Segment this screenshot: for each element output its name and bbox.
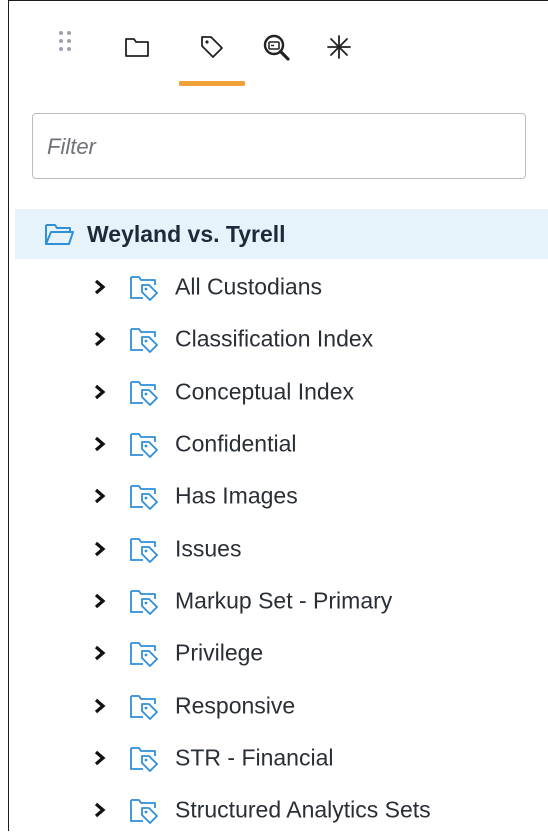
search-index-icon[interactable]: [260, 31, 292, 63]
chevron-right-icon[interactable]: [93, 541, 107, 557]
open-folder-icon: [45, 224, 74, 245]
chevron-right-icon[interactable]: [93, 750, 107, 766]
tree-item-label: Confidential: [175, 430, 297, 457]
chevron-right-icon[interactable]: [93, 698, 107, 714]
tree-root-item[interactable]: Weyland vs. Tyrell: [15, 209, 548, 259]
tag-folder-icon: [130, 642, 158, 668]
tree-item-label: STR - Financial: [175, 744, 334, 771]
tree-item-label: Responsive: [175, 692, 296, 719]
filter-input[interactable]: [45, 114, 509, 180]
tag-folder-icon: [130, 380, 158, 406]
tag-folder-icon: [130, 276, 158, 302]
filter-field[interactable]: [32, 113, 526, 180]
chevron-right-icon[interactable]: [93, 436, 107, 452]
tree-item[interactable]: Has Images: [9, 470, 548, 522]
active-tab-indicator: [179, 81, 245, 86]
tree-item[interactable]: Classification Index: [9, 313, 548, 365]
tree-item[interactable]: Issues: [9, 522, 548, 574]
folder-icon[interactable]: [121, 31, 153, 63]
tag-folder-icon: [130, 328, 158, 354]
tree-item[interactable]: STR - Financial: [9, 732, 548, 784]
tag-folder-icon: [130, 485, 158, 511]
tree-item-label: Structured Analytics Sets: [175, 796, 431, 823]
tree-item[interactable]: All Custodians: [9, 261, 548, 313]
asterisk-icon[interactable]: [323, 31, 355, 63]
tree-root-label: Weyland vs. Tyrell: [87, 220, 286, 247]
chevron-right-icon[interactable]: [93, 331, 107, 347]
tree-item[interactable]: Privilege: [9, 627, 548, 679]
tree-item-label: Conceptual Index: [175, 378, 355, 405]
tree-item[interactable]: Structured Analytics Sets: [9, 784, 548, 836]
chevron-right-icon[interactable]: [93, 384, 107, 400]
tag-folder-icon: [130, 694, 158, 720]
tag-folder-icon: [130, 799, 158, 825]
browser-panel: Weyland vs. Tyrell All Custodians Classi…: [8, 0, 548, 831]
tree-children: All Custodians Classification Index Conc…: [9, 261, 548, 836]
chevron-right-icon[interactable]: [93, 645, 107, 661]
tag-folder-icon: [130, 746, 158, 772]
tree-item-label: Privilege: [175, 639, 264, 666]
drag-grip-icon[interactable]: [57, 29, 73, 64]
tag-folder-icon: [130, 433, 158, 458]
chevron-right-icon[interactable]: [93, 488, 107, 504]
tree-item-label: Markup Set - Primary: [175, 587, 393, 614]
tree-item-label: Classification Index: [175, 325, 374, 352]
tree-item[interactable]: Confidential: [9, 418, 548, 470]
tree-item-label: Issues: [175, 535, 242, 562]
tag-icon[interactable]: [196, 31, 228, 63]
panel-toolbar: [9, 1, 548, 91]
chevron-right-icon[interactable]: [93, 279, 107, 295]
tree-item[interactable]: Conceptual Index: [9, 366, 548, 418]
tree-item[interactable]: Markup Set - Primary: [9, 575, 548, 627]
chevron-right-icon[interactable]: [93, 593, 107, 609]
tree-item-label: All Custodians: [175, 273, 323, 300]
chevron-right-icon[interactable]: [93, 802, 107, 818]
tag-folder-icon: [130, 537, 158, 563]
tree-item-label: Has Images: [175, 482, 298, 509]
tree-item[interactable]: Responsive: [9, 679, 548, 731]
tag-folder-icon: [130, 590, 158, 615]
